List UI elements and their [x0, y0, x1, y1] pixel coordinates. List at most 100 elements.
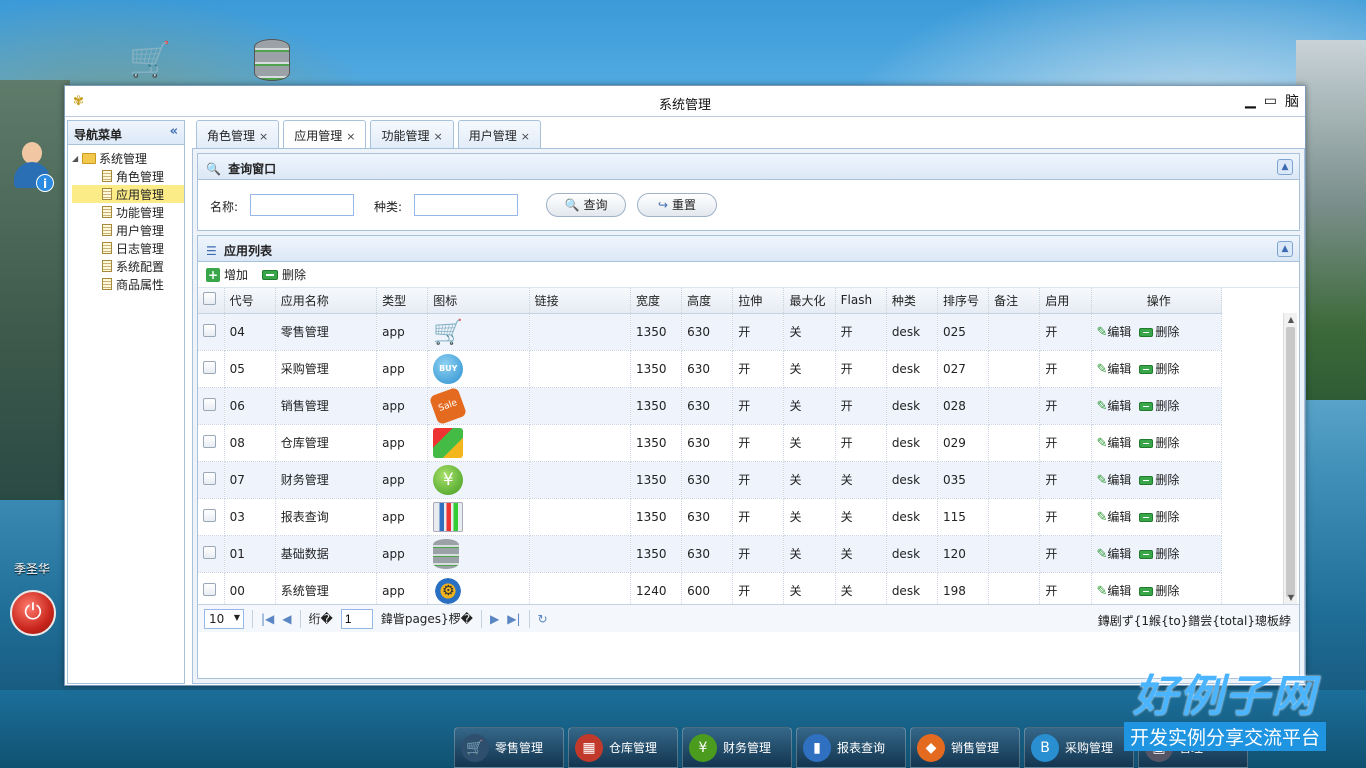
table-row[interactable]: 00 系统管理 app ⚙ 1240 600 开关关 desk 198 开 ✎编辑 删除: [198, 572, 1222, 604]
scroll-down-icon[interactable]: ▼: [1284, 593, 1298, 602]
row-checkbox-cell[interactable]: [198, 461, 225, 499]
power-button[interactable]: ⏻: [10, 590, 56, 636]
taskbar-item[interactable]: B 采购管理: [1024, 727, 1134, 768]
row-delete-button[interactable]: 删除: [1139, 323, 1179, 340]
row-delete-button[interactable]: 删除: [1139, 360, 1179, 377]
nav-item[interactable]: 用户管理: [72, 221, 184, 239]
page-size-select[interactable]: 10: [204, 608, 244, 629]
table-row[interactable]: 06 销售管理 app Sale 1350 630 开关开 desk 028 开 ✎编辑 删除: [198, 387, 1222, 425]
scroll-up-icon[interactable]: ▲: [1284, 315, 1298, 324]
row-delete-button[interactable]: 删除: [1139, 582, 1179, 599]
tab-close-icon[interactable]: ×: [521, 130, 530, 143]
row-checkbox-cell[interactable]: [198, 350, 225, 388]
tab-4[interactable]: 用户管理 ×: [457, 120, 541, 148]
row-checkbox[interactable]: [203, 323, 216, 337]
column-header[interactable]: 图标: [427, 288, 530, 314]
row-checkbox[interactable]: [203, 508, 216, 522]
row-checkbox-cell[interactable]: [198, 424, 225, 462]
row-checkbox[interactable]: [203, 397, 216, 411]
collapse-panel-icon[interactable]: ▲: [1277, 159, 1293, 175]
nav-item[interactable]: 角色管理: [72, 167, 184, 185]
row-checkbox[interactable]: [203, 434, 216, 448]
taskbar-item[interactable]: 🛒 零售管理: [454, 727, 564, 768]
select-all-header[interactable]: [198, 288, 225, 314]
refresh-icon[interactable]: ↻: [538, 612, 548, 626]
column-header[interactable]: Flash: [835, 288, 887, 314]
row-checkbox-cell[interactable]: [198, 313, 225, 351]
column-header[interactable]: 拉伸: [732, 288, 785, 314]
taskbar-item[interactable]: ▦ 仓库管理: [568, 727, 678, 768]
column-header[interactable]: 应用名称: [275, 288, 378, 314]
desktop-retail-cart-icon[interactable]: 🛒: [124, 34, 176, 86]
prev-page-icon[interactable]: ◀: [282, 612, 291, 626]
column-header[interactable]: 类型: [376, 288, 429, 314]
collapse-panel-icon[interactable]: ▲: [1277, 241, 1293, 257]
column-header[interactable]: 宽度: [630, 288, 683, 314]
column-header[interactable]: 最大化: [783, 288, 836, 314]
column-header[interactable]: 启用: [1039, 288, 1092, 314]
tab-2[interactable]: 应用管理 ×: [283, 120, 367, 149]
last-page-icon[interactable]: ▶|: [507, 612, 520, 626]
collapse-icon[interactable]: «: [170, 124, 178, 139]
row-delete-button[interactable]: 删除: [1139, 397, 1179, 414]
window-titlebar[interactable]: ✾ 系统管理 ▁ ▭ 脑: [65, 86, 1305, 117]
first-page-icon[interactable]: |◀: [261, 612, 274, 626]
row-delete-button[interactable]: 删除: [1139, 471, 1179, 488]
tree-root[interactable]: ◢ 系统管理: [72, 149, 184, 167]
table-row[interactable]: 03 报表查询 app 1350 630 开关关 desk 115 开 ✎编辑 删除: [198, 498, 1222, 536]
reset-button[interactable]: ↪ 重置: [637, 193, 717, 217]
close-button[interactable]: 脑: [1285, 91, 1299, 111]
name-input[interactable]: [250, 194, 354, 216]
tab-close-icon[interactable]: ×: [346, 130, 355, 143]
row-delete-button[interactable]: 删除: [1139, 545, 1179, 562]
minimize-button[interactable]: ▁: [1245, 93, 1256, 109]
table-row[interactable]: 04 零售管理 app 🛒 1350 630 开关开 desk 025 开 ✎编辑 删除: [198, 313, 1222, 351]
taskbar-item[interactable]: ▮ 报表查询: [796, 727, 906, 768]
next-page-icon[interactable]: ▶: [490, 612, 499, 626]
table-row[interactable]: 05 采购管理 app BUY 1350 630 开关开 desk 027 开 ✎编辑 删除: [198, 350, 1222, 388]
delete-button[interactable]: 删除: [262, 267, 306, 282]
row-checkbox[interactable]: [203, 582, 216, 596]
scroll-thumb[interactable]: [1286, 327, 1295, 597]
taskbar-item[interactable]: ◆ 销售管理: [910, 727, 1020, 768]
column-header[interactable]: 高度: [681, 288, 734, 314]
edit-button[interactable]: ✎编辑: [1097, 397, 1132, 414]
tab-3[interactable]: 功能管理 ×: [370, 120, 454, 148]
search-button[interactable]: 🔍 查询: [546, 193, 626, 217]
table-row[interactable]: 08 仓库管理 app 1350 630 开关开 desk 029 开 ✎编辑 删除: [198, 424, 1222, 462]
row-checkbox[interactable]: [203, 545, 216, 559]
nav-item[interactable]: 应用管理: [72, 185, 184, 203]
select-all-checkbox[interactable]: [203, 292, 216, 306]
row-checkbox-cell[interactable]: [198, 572, 225, 604]
tab-close-icon[interactable]: ×: [433, 130, 442, 143]
nav-item[interactable]: 系统配置: [72, 257, 184, 275]
nav-item[interactable]: 功能管理: [72, 203, 184, 221]
table-row[interactable]: 07 财务管理 app ¥1350 630 开关关 desk 035 开 ✎编辑 删除: [198, 461, 1222, 499]
row-delete-button[interactable]: 删除: [1139, 508, 1179, 525]
column-header[interactable]: 操作: [1091, 288, 1222, 314]
add-button[interactable]: + 增加: [206, 267, 248, 282]
table-row[interactable]: 01 基础数据 app 1350 630 开关关 desk 120 开 ✎编辑 删除: [198, 535, 1222, 573]
edit-button[interactable]: ✎编辑: [1097, 545, 1132, 562]
column-header[interactable]: 备注: [988, 288, 1041, 314]
maximize-button[interactable]: ▭: [1264, 93, 1277, 109]
edit-button[interactable]: ✎编辑: [1097, 323, 1132, 340]
nav-item[interactable]: 商品属性: [72, 275, 184, 293]
column-header[interactable]: 代号: [224, 288, 276, 314]
row-checkbox[interactable]: [203, 360, 216, 374]
nav-item[interactable]: 日志管理: [72, 239, 184, 257]
column-header[interactable]: 种类: [886, 288, 938, 314]
row-checkbox[interactable]: [203, 471, 216, 485]
tab-1[interactable]: 角色管理 ×: [196, 120, 280, 148]
edit-button[interactable]: ✎编辑: [1097, 471, 1132, 488]
row-checkbox-cell[interactable]: [198, 535, 225, 573]
row-checkbox-cell[interactable]: [198, 387, 225, 425]
taskbar-item[interactable]: ¥ 财务管理: [682, 727, 792, 768]
user-info-icon[interactable]: i: [12, 142, 54, 192]
edit-button[interactable]: ✎编辑: [1097, 434, 1132, 451]
grid-scrollbar[interactable]: ▲ ▼: [1283, 313, 1297, 604]
edit-button[interactable]: ✎编辑: [1097, 360, 1132, 377]
tab-close-icon[interactable]: ×: [259, 130, 268, 143]
edit-button[interactable]: ✎编辑: [1097, 508, 1132, 525]
edit-button[interactable]: ✎编辑: [1097, 582, 1132, 599]
